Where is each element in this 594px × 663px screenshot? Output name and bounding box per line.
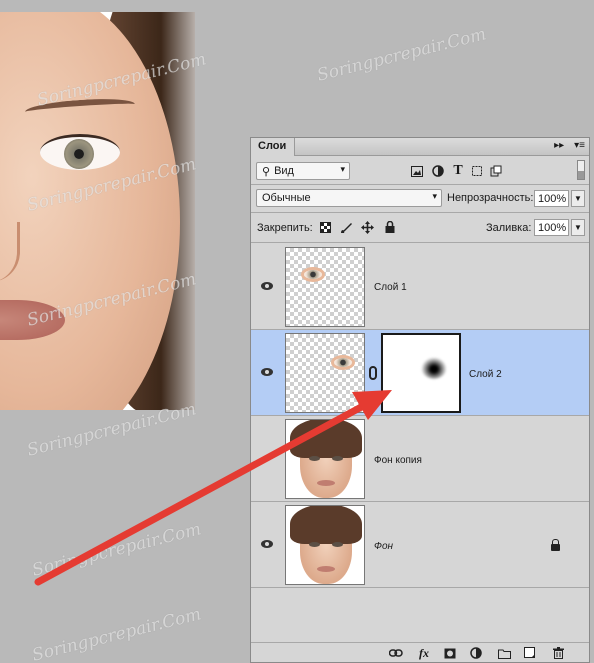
add-mask-icon[interactable] bbox=[443, 646, 457, 660]
search-icon: ⚲ bbox=[262, 165, 271, 178]
fx-icon[interactable]: fx bbox=[417, 646, 431, 660]
lock-all-icon[interactable] bbox=[383, 220, 397, 234]
visibility-eye-icon[interactable] bbox=[261, 368, 273, 376]
tab-layers[interactable]: Слои bbox=[251, 138, 296, 156]
lock-label: Закрепить: bbox=[257, 222, 313, 234]
layer-lock-icon bbox=[551, 539, 560, 551]
filter-toggle-switch[interactable] bbox=[577, 160, 585, 180]
lock-transparent-pixels-icon[interactable] bbox=[318, 220, 332, 234]
layer-name[interactable]: Слой 2 bbox=[469, 369, 502, 380]
panel-header-buttons: ▸▸ ▾≡ bbox=[554, 140, 585, 151]
panel-menu-icon[interactable]: ▾≡ bbox=[574, 140, 585, 151]
photo-iris bbox=[64, 139, 94, 169]
panel-footer: fx bbox=[251, 642, 589, 662]
thumbnail-eye bbox=[309, 456, 320, 461]
thumbnail-eye bbox=[332, 456, 343, 461]
divider bbox=[251, 184, 589, 185]
mask-link-icon[interactable] bbox=[369, 366, 377, 380]
divider bbox=[251, 242, 589, 243]
layer-mask-thumbnail[interactable] bbox=[381, 333, 461, 413]
lock-position-icon[interactable] bbox=[360, 220, 374, 234]
opacity-input[interactable]: 100% bbox=[534, 190, 569, 207]
blend-mode-value: Обычные bbox=[262, 192, 311, 204]
filter-kind-label: Вид bbox=[274, 165, 294, 177]
new-layer-icon[interactable] bbox=[523, 646, 537, 660]
fill-label: Заливка: bbox=[486, 222, 532, 234]
thumbnail-eye-patch bbox=[304, 270, 322, 279]
opacity-dropdown-button[interactable]: ▼ bbox=[571, 190, 585, 207]
thumbnail-eye-patch bbox=[334, 358, 352, 367]
layer-row[interactable]: Фон bbox=[251, 502, 589, 588]
blend-mode-select[interactable]: Обычные ▾ bbox=[256, 189, 442, 207]
layer-name[interactable]: Фон копия bbox=[374, 455, 422, 466]
fill-dropdown-button[interactable]: ▼ bbox=[571, 219, 585, 236]
thumbnail-lips bbox=[317, 480, 335, 486]
smart-object-filter-icon[interactable] bbox=[489, 164, 503, 178]
dropdown-arrows-icon: ▾ bbox=[340, 164, 345, 174]
collapse-icon[interactable]: ▸▸ bbox=[554, 140, 564, 151]
layer-thumbnail[interactable] bbox=[285, 247, 365, 327]
lock-image-pixels-icon[interactable] bbox=[339, 220, 353, 234]
image-filter-icon[interactable] bbox=[410, 164, 424, 178]
layer-row[interactable]: Слой 1 bbox=[251, 244, 589, 330]
visibility-eye-icon[interactable] bbox=[261, 282, 273, 290]
layer-name[interactable]: Фон bbox=[374, 541, 393, 552]
adjustment-layer-icon[interactable] bbox=[469, 646, 483, 660]
delete-layer-icon[interactable] bbox=[551, 646, 565, 660]
shape-filter-icon[interactable] bbox=[470, 164, 484, 178]
photo-eye bbox=[40, 134, 120, 170]
thumbnail-lips bbox=[317, 566, 335, 572]
layer-filter-select[interactable]: ⚲ Вид ▾ bbox=[256, 162, 350, 180]
new-group-icon[interactable] bbox=[497, 646, 511, 660]
mask-content bbox=[421, 357, 447, 379]
visibility-eye-icon[interactable] bbox=[261, 540, 273, 548]
panel-header: Слои ▸▸ ▾≡ bbox=[251, 138, 589, 156]
document-canvas-photo bbox=[0, 12, 195, 410]
layers-panel: Слои ▸▸ ▾≡ ⚲ Вид ▾ T Обычные ▾ Непрозрач… bbox=[250, 137, 590, 663]
thumbnail-face bbox=[290, 420, 362, 498]
opacity-label: Непрозрачность: bbox=[447, 192, 534, 204]
fill-input[interactable]: 100% bbox=[534, 219, 569, 236]
layer-thumbnail[interactable] bbox=[285, 419, 365, 499]
thumbnail-eye bbox=[309, 542, 320, 547]
layer-name[interactable]: Слой 1 bbox=[374, 282, 407, 293]
layer-thumbnail[interactable] bbox=[285, 333, 365, 413]
adjustment-filter-icon[interactable] bbox=[431, 164, 445, 178]
thumbnail-eye bbox=[332, 542, 343, 547]
filter-toggle-knob bbox=[578, 171, 584, 179]
type-filter-icon[interactable]: T bbox=[451, 163, 465, 178]
divider bbox=[251, 212, 589, 213]
layer-thumbnail[interactable] bbox=[285, 505, 365, 585]
dropdown-arrows-icon: ▾ bbox=[432, 191, 437, 201]
link-layers-icon[interactable] bbox=[389, 646, 403, 660]
thumbnail-face bbox=[290, 506, 362, 584]
layer-row[interactable]: Слой 2 bbox=[251, 330, 589, 416]
layer-row[interactable]: Фон копия bbox=[251, 416, 589, 502]
